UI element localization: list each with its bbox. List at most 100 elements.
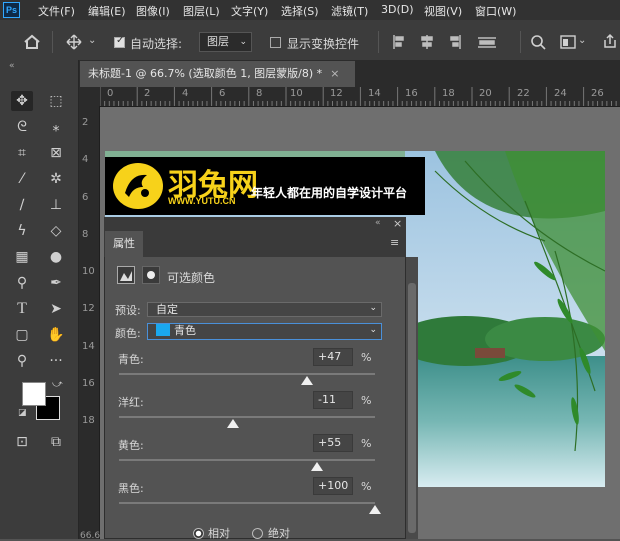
ruler-corner (79, 87, 99, 106)
slider-thumb[interactable] (311, 462, 324, 471)
close-panel-icon[interactable]: × (393, 217, 402, 230)
absolute-radio[interactable] (252, 528, 263, 539)
screen-mode-icon[interactable]: ⧉ (45, 432, 67, 452)
divider (520, 31, 521, 53)
move-icon[interactable] (65, 34, 83, 50)
home-icon[interactable] (23, 34, 41, 50)
ruler-label: 18 (442, 88, 455, 99)
type-tool-icon[interactable]: T (11, 299, 33, 319)
ruler-label: 24 (554, 88, 567, 99)
align-icons[interactable] (392, 34, 502, 50)
menu-file[interactable]: 文件(F) (38, 3, 75, 19)
ruler-label: 8 (256, 88, 263, 99)
divider (378, 31, 379, 53)
menu-window[interactable]: 窗口(W) (475, 3, 516, 19)
pen-tool-icon[interactable]: ✒ (45, 273, 67, 293)
slider-value-input[interactable]: +47 (313, 348, 353, 366)
marquee-tool-icon[interactable]: ⬚ (45, 91, 67, 111)
ruler-label: 2 (144, 88, 151, 99)
collapse-panel-icon[interactable]: « (375, 218, 381, 228)
zoom-tool-icon[interactable]: ⚲ (11, 351, 33, 371)
auto-select-checkbox[interactable] (114, 35, 125, 48)
menu-edit[interactable]: 编辑(E) (88, 3, 126, 19)
scrollbar-thumb[interactable] (408, 283, 416, 533)
slider-track[interactable] (119, 416, 375, 418)
slider-track[interactable] (119, 502, 375, 504)
search-icon[interactable] (530, 34, 546, 50)
document-tab[interactable]: 未标题-1 @ 66.7% (选取颜色 1, 图层蒙版/8) * × (80, 61, 355, 87)
quick-mask-icon[interactable]: ⊡ (11, 432, 33, 452)
eraser-tool-icon[interactable]: ◇ (45, 221, 67, 241)
default-colors-icon[interactable]: ◪ (18, 408, 27, 418)
rectangle-tool-icon[interactable]: ▢ (11, 325, 33, 345)
slider-value-input[interactable]: -11 (313, 391, 353, 409)
auto-select-label: 自动选择: (130, 37, 183, 51)
ruler-label: 2 (82, 117, 89, 128)
chevron-down-icon: ⌄ (239, 37, 247, 47)
blur-tool-icon[interactable]: ● (45, 247, 67, 267)
swap-colors-icon[interactable]: ⤻ (52, 379, 63, 390)
slider-value-input[interactable]: +100 (313, 477, 353, 495)
photoshop-logo-icon[interactable]: Ps (3, 2, 20, 18)
share-icon[interactable] (602, 33, 618, 49)
preset-label: 预设: (115, 304, 141, 317)
path-selection-tool-icon[interactable]: ➤ (45, 299, 67, 319)
chevron-down-icon[interactable]: ⌄ (88, 35, 96, 46)
crop-tool-icon[interactable]: ⌗ (11, 143, 33, 163)
chevron-down-icon[interactable]: ⌄ (578, 35, 586, 46)
slider-thumb[interactable] (369, 505, 381, 514)
healing-tool-icon[interactable]: ✲ (45, 169, 67, 189)
menu-3d[interactable]: 3D(D) (381, 3, 414, 16)
adjustment-icon[interactable] (117, 266, 135, 284)
menu-type[interactable]: 文字(Y) (231, 3, 268, 19)
adjustment-name: 可选颜色 (167, 271, 216, 285)
ruler-label: 22 (517, 88, 530, 99)
preset-dropdown[interactable]: 自定 ⌄ (147, 302, 382, 317)
tab-properties[interactable]: 属性 (105, 231, 143, 257)
auto-select-target-dropdown[interactable]: 图层 ⌄ (199, 32, 252, 52)
close-icon[interactable]: × (330, 67, 339, 80)
foreground-color-swatch[interactable] (22, 382, 46, 406)
ruler-label: 10 (82, 266, 95, 277)
menu-view[interactable]: 视图(V) (424, 3, 462, 19)
colors-value: 青色 (174, 324, 196, 337)
mask-icon[interactable] (142, 266, 160, 284)
slider-thumb[interactable] (301, 376, 314, 385)
window-icon[interactable] (560, 35, 576, 49)
slider-thumb[interactable] (226, 419, 239, 428)
ruler-label: 0 (107, 88, 114, 99)
ruler-label: 6 (219, 88, 226, 99)
menu-layer[interactable]: 图层(L) (183, 3, 220, 19)
show-transform-label: 显示变换控件 (287, 37, 360, 51)
eyedropper-tool-icon[interactable]: ⁄ (11, 169, 33, 189)
slider-value-input[interactable]: +55 (313, 434, 353, 452)
more-tools-icon[interactable]: ··· (45, 351, 67, 371)
menu-filter[interactable]: 滤镜(T) (331, 3, 368, 19)
dodge-tool-icon[interactable]: ⚲ (11, 273, 33, 293)
relative-radio[interactable] (193, 528, 204, 539)
ruler-label: 18 (82, 415, 95, 426)
history-brush-tool-icon[interactable]: ϟ (11, 221, 33, 241)
move-tool-icon[interactable]: ✥ (11, 91, 33, 111)
ruler-label: 4 (82, 154, 89, 165)
gradient-tool-icon[interactable]: ▦ (11, 247, 33, 267)
menu-image[interactable]: 图像(I) (136, 3, 170, 19)
show-transform-checkbox[interactable] (270, 37, 281, 48)
panel-menu-icon[interactable]: ≡ (390, 236, 399, 249)
cyan-swatch (156, 324, 170, 336)
magic-wand-tool-icon[interactable]: ⁎ (45, 117, 67, 137)
frame-tool-icon[interactable]: ⊠ (45, 143, 67, 163)
slider-track[interactable] (119, 459, 375, 461)
hand-tool-icon[interactable]: ✋ (45, 325, 67, 345)
ruler-label: 12 (330, 88, 343, 99)
colors-dropdown[interactable]: 青色 ⌄ (147, 323, 382, 340)
yutu-logo-icon (113, 163, 163, 209)
vertical-ruler (79, 106, 100, 539)
menu-select[interactable]: 选择(S) (281, 3, 319, 19)
image-adjust-icon (120, 271, 132, 281)
lasso-tool-icon[interactable]: ᘓ (11, 117, 33, 137)
slider-track[interactable] (119, 373, 375, 375)
brush-tool-icon[interactable]: ∕ (11, 195, 33, 215)
collapse-icon[interactable]: « (9, 61, 15, 71)
stamp-tool-icon[interactable]: ⊥ (45, 195, 67, 215)
